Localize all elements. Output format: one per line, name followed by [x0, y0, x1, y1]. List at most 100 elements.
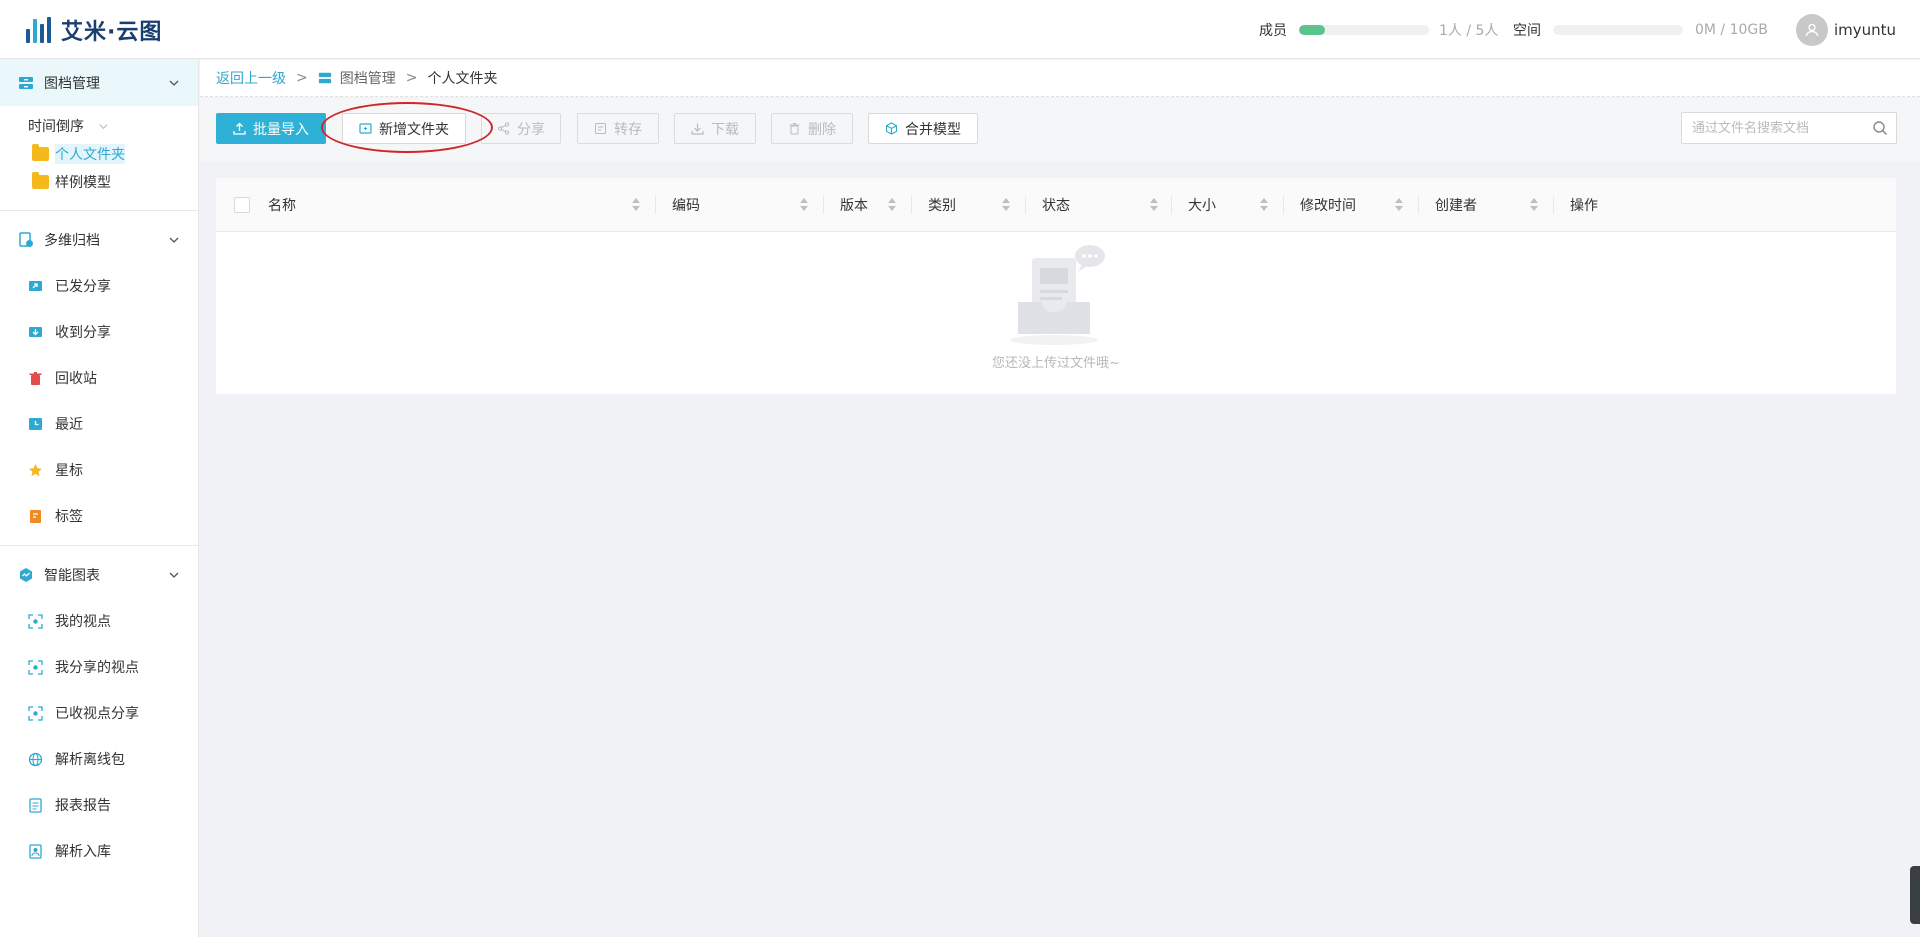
top-header: 艾米·云图 成员 1人 / 5人 空间 0M / 10GB imyuntu	[0, 0, 1920, 59]
column-code[interactable]: 编码	[656, 178, 824, 232]
sort-icon[interactable]	[632, 198, 640, 211]
column-header-label: 编码	[672, 198, 700, 214]
nav-label: 已发分享	[55, 279, 111, 295]
nav-recent[interactable]: 最近	[0, 401, 198, 447]
folder-personal[interactable]: 个人文件夹	[0, 140, 198, 168]
nav-offline-package[interactable]: 解析离线包	[0, 736, 198, 782]
space-quota: 空间 0M / 10GB	[1513, 20, 1768, 40]
batch-import-button[interactable]: 批量导入	[216, 113, 326, 144]
column-version[interactable]: 版本	[824, 178, 912, 232]
nav-parse-import[interactable]: 解析入库	[0, 828, 198, 874]
delete-label: 删除	[808, 121, 836, 138]
smart-chart-icon	[20, 568, 32, 582]
section-archive-management[interactable]: 图档管理	[0, 60, 198, 106]
cube-icon	[885, 122, 898, 135]
download-button[interactable]: 下载	[674, 113, 756, 144]
multi-archive-icon	[19, 232, 33, 247]
members-label: 成员	[1259, 23, 1287, 39]
nav-received-shares[interactable]: 收到分享	[0, 309, 198, 355]
sort-icon[interactable]	[888, 198, 896, 211]
user-icon	[1805, 23, 1819, 37]
empty-inbox-icon	[1010, 245, 1105, 345]
username: imyuntu	[1833, 21, 1896, 39]
archive-icon	[318, 72, 331, 84]
toolbar: 批量导入 新增文件夹 分享 转存 下载 删除 合并模型	[200, 98, 1920, 161]
transfer-button[interactable]: 转存	[577, 113, 659, 144]
transfer-label: 转存	[614, 121, 642, 138]
select-all-checkbox[interactable]	[234, 197, 250, 213]
sort-order-label: 时间倒序	[28, 119, 84, 135]
share-label: 分享	[517, 121, 545, 138]
tag-icon	[28, 509, 43, 524]
share-out-icon	[28, 279, 43, 294]
star-icon	[28, 463, 43, 478]
share-button[interactable]: 分享	[481, 113, 561, 144]
sort-icon[interactable]	[1150, 198, 1158, 211]
search-input[interactable]	[1682, 113, 1862, 143]
folder-icon	[32, 172, 49, 189]
merge-model-label: 合并模型	[905, 121, 961, 138]
folder-label: 个人文件夹	[55, 144, 125, 164]
folder-sample-models[interactable]: 样例模型	[0, 168, 198, 196]
members-progress	[1299, 25, 1429, 35]
nav-my-shared-viewpoints[interactable]: 我分享的视点	[0, 644, 198, 690]
back-link[interactable]: 返回上一级	[216, 68, 286, 88]
column-size[interactable]: 大小	[1172, 178, 1284, 232]
breadcrumb-parent-label: 图档管理	[339, 71, 396, 87]
nav-starred[interactable]: 星标	[0, 447, 198, 493]
viewpoint-icon	[28, 705, 43, 721]
transfer-icon	[595, 123, 606, 134]
divider	[0, 210, 198, 211]
search-icon[interactable]	[1872, 120, 1888, 136]
brand-logo[interactable]: 艾米·云图	[26, 14, 162, 46]
nav-label: 我的视点	[55, 614, 111, 630]
nav-my-viewpoints[interactable]: 我的视点	[0, 598, 198, 644]
new-folder-icon	[359, 123, 372, 134]
column-modified-time[interactable]: 修改时间	[1284, 178, 1419, 232]
breadcrumb-parent[interactable]: 图档管理	[318, 68, 396, 88]
sort-icon[interactable]	[1002, 198, 1010, 211]
section-smart-charts[interactable]: 智能图表	[0, 552, 198, 598]
avatar[interactable]	[1795, 14, 1828, 46]
report-icon	[28, 797, 43, 813]
divider	[0, 545, 198, 546]
sort-icon[interactable]	[1395, 198, 1403, 211]
trash-icon	[28, 371, 43, 386]
import-icon	[28, 843, 43, 859]
merge-model-button[interactable]: 合并模型	[868, 113, 978, 144]
sort-icon[interactable]	[1530, 198, 1538, 211]
sort-order-dropdown[interactable]: 时间倒序	[0, 112, 198, 140]
breadcrumb-separator: >	[296, 70, 308, 86]
chevron-down-icon	[169, 80, 179, 86]
column-header-label: 名称	[268, 198, 296, 214]
delete-button[interactable]: 删除	[771, 113, 853, 144]
nav-label: 我分享的视点	[55, 660, 139, 676]
download-label: 下载	[711, 121, 739, 138]
chevron-down-icon	[99, 123, 108, 129]
nav-label: 报表报告	[55, 798, 111, 814]
nav-tags[interactable]: 标签	[0, 493, 198, 539]
new-folder-button[interactable]: 新增文件夹	[342, 113, 466, 144]
chevron-down-icon	[169, 572, 179, 578]
column-name[interactable]: 名称	[268, 178, 656, 232]
column-header-label: 版本	[840, 198, 868, 214]
column-status[interactable]: 状态	[1026, 178, 1172, 232]
members-progress-fill	[1299, 25, 1325, 35]
sort-icon[interactable]	[1260, 198, 1268, 211]
members-value: 1人 / 5人	[1439, 23, 1499, 39]
member-quota: 成员 1人 / 5人	[1259, 20, 1498, 40]
header-select-all[interactable]	[216, 178, 268, 232]
viewpoint-icon	[28, 659, 43, 675]
floating-side-handle[interactable]	[1910, 866, 1920, 924]
user-menu[interactable]: imyuntu	[1795, 14, 1896, 46]
nav-received-viewpoints[interactable]: 已收视点分享	[0, 690, 198, 736]
sort-icon[interactable]	[800, 198, 808, 211]
nav-recycle-bin[interactable]: 回收站	[0, 355, 198, 401]
nav-reports[interactable]: 报表报告	[0, 782, 198, 828]
nav-label: 解析离线包	[55, 752, 125, 768]
column-creator[interactable]: 创建者	[1419, 178, 1554, 232]
search-box[interactable]	[1681, 112, 1897, 144]
nav-sent-shares[interactable]: 已发分享	[0, 263, 198, 309]
column-category[interactable]: 类别	[912, 178, 1026, 232]
section-multi-archive[interactable]: 多维归档	[0, 217, 198, 263]
